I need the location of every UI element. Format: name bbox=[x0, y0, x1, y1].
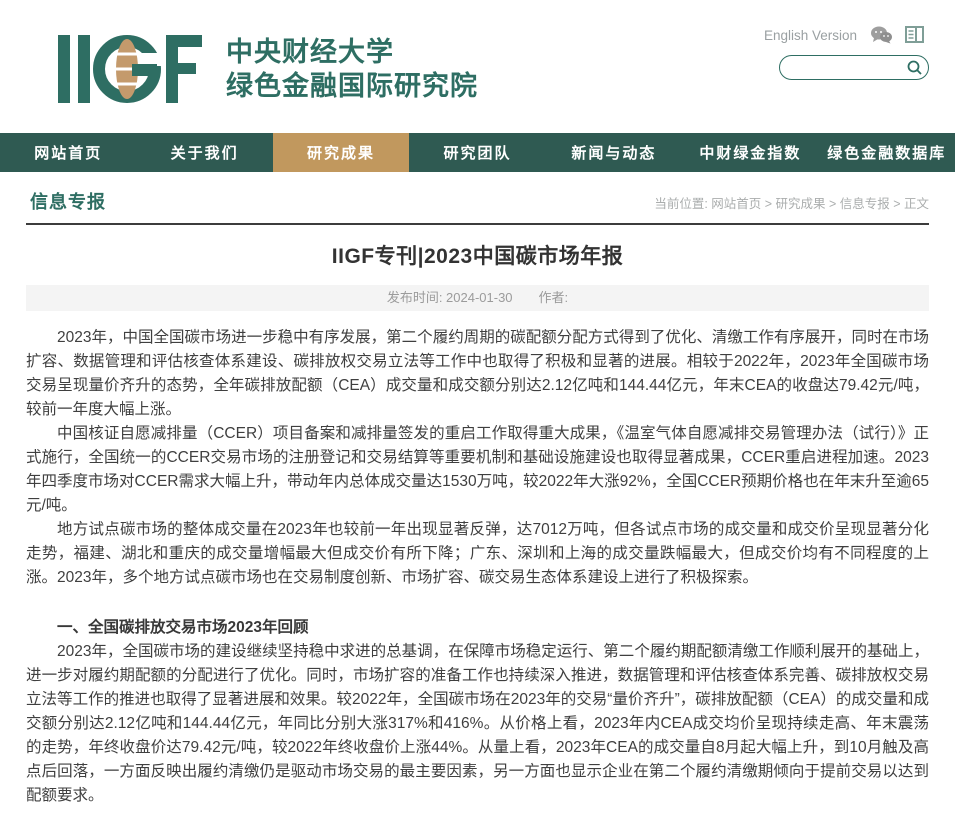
paragraph: 2023年，全国碳市场的建设继续坚持稳中求进的总基调，在保障市场稳定运行、第二个… bbox=[26, 640, 929, 808]
divider bbox=[26, 223, 929, 225]
org-name-line2: 绿色金融国际研究院 bbox=[226, 69, 478, 103]
article-title: IIGF专刊|2023中国碳市场年报 bbox=[26, 240, 929, 270]
org-name: 中央财经大学 绿色金融国际研究院 bbox=[226, 35, 478, 103]
paragraph: 中国核证自愿减排量（CCER）项目备案和减排量签发的重启工作取得重大成果，《温室… bbox=[26, 422, 929, 518]
nav-item-green-index[interactable]: 中财绿金指数 bbox=[682, 133, 818, 172]
org-name-line1: 中央财经大学 bbox=[226, 35, 478, 69]
breadcrumb[interactable]: 当前位置: 网站首页 > 研究成果 > 信息专报 > 正文 bbox=[654, 193, 929, 214]
article-meta: 发布时间: 2024-01-30 作者: bbox=[26, 285, 929, 311]
search-box bbox=[779, 55, 929, 80]
nav-item-research-team[interactable]: 研究团队 bbox=[409, 133, 545, 172]
wechat-icon[interactable] bbox=[870, 26, 892, 44]
iigf-logo-icon bbox=[58, 33, 210, 105]
site-header: 中央财经大学 绿色金融国际研究院 English Version bbox=[0, 0, 955, 133]
nav-item-green-finance-db[interactable]: 绿色金融数据库 bbox=[819, 133, 955, 172]
article: IIGF专刊|2023中国碳市场年报 发布时间: 2024-01-30 作者: 2… bbox=[0, 240, 955, 820]
main-nav: 网站首页 关于我们 研究成果 研究团队 新闻与动态 中财绿金指数 绿色金融数据库 bbox=[0, 133, 955, 172]
nav-item-research-results[interactable]: 研究成果 bbox=[273, 133, 409, 172]
nav-item-about[interactable]: 关于我们 bbox=[136, 133, 272, 172]
page-section-title: 信息专报 bbox=[30, 188, 106, 214]
search-input[interactable] bbox=[792, 61, 906, 75]
search-icon bbox=[907, 60, 922, 75]
author: 作者: bbox=[539, 290, 569, 305]
journal-icon[interactable] bbox=[905, 26, 927, 44]
paragraph: 地方试点碳市场的整体成交量在2023年也较前一年出现显著反弹，达7012万吨，但… bbox=[26, 518, 929, 590]
english-version-link[interactable]: English Version bbox=[764, 28, 857, 43]
logo[interactable]: 中央财经大学 绿色金融国际研究院 bbox=[58, 33, 478, 105]
publish-time: 发布时间: 2024-01-30 bbox=[387, 290, 513, 305]
search-button[interactable] bbox=[906, 60, 922, 76]
nav-item-home[interactable]: 网站首页 bbox=[0, 133, 136, 172]
paragraph: 2023年，中国全国碳市场进一步稳中有序发展，第二个履约周期的碳配额分配方式得到… bbox=[26, 326, 929, 422]
section-heading: 一、全国碳排放交易市场2023年回顾 bbox=[26, 616, 929, 640]
article-body: 2023年，中国全国碳市场进一步稳中有序发展，第二个履约周期的碳配额分配方式得到… bbox=[26, 326, 929, 820]
nav-item-news[interactable]: 新闻与动态 bbox=[546, 133, 682, 172]
